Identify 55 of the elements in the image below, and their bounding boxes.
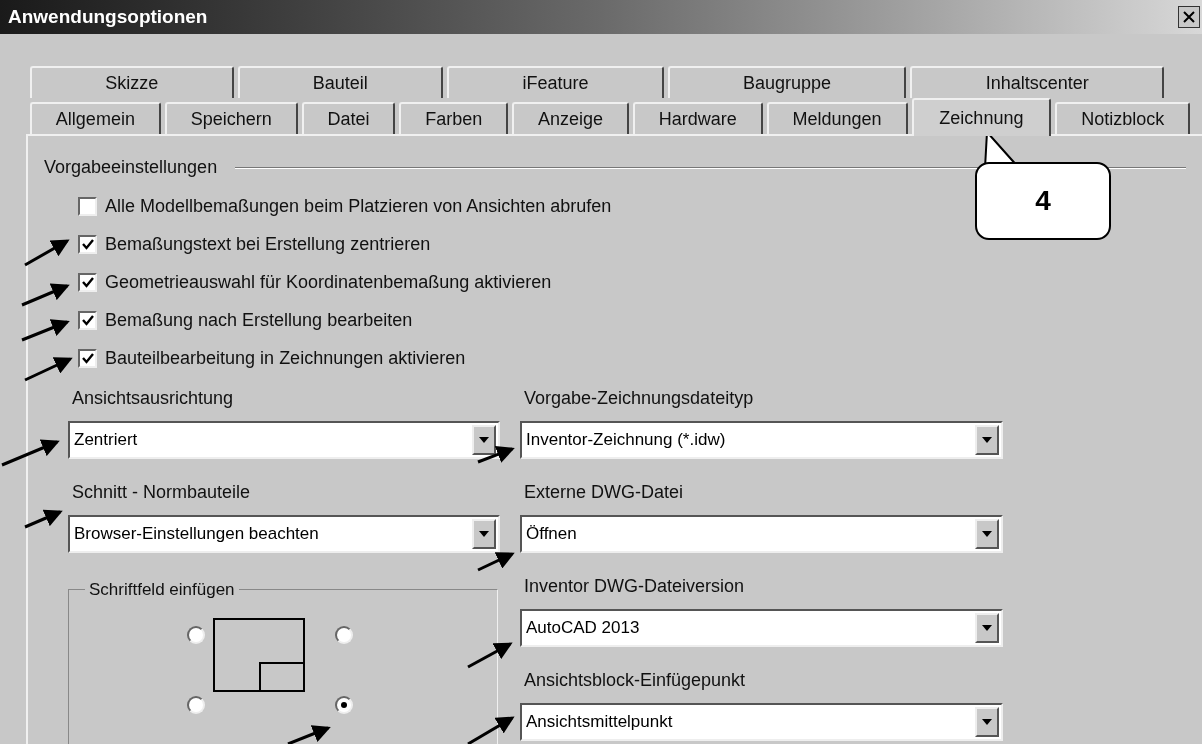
radio-button[interactable] xyxy=(187,626,205,644)
field-label: Schnitt - Normbauteile xyxy=(71,481,252,504)
tab[interactable]: Baugruppe xyxy=(667,66,907,98)
annotation-arrow xyxy=(467,642,513,669)
tab[interactable]: Skizze xyxy=(30,66,234,98)
annotation-arrow xyxy=(467,716,515,744)
field-label: Externe DWG-Datei xyxy=(523,481,685,504)
callout-bubble: 4 xyxy=(975,162,1111,240)
annotation-arrow xyxy=(24,509,63,529)
dropdown[interactable]: Inventor-Zeichnung (*.idw) xyxy=(520,421,1003,459)
tab[interactable]: Inhaltscenter xyxy=(910,66,1164,98)
annotation-arrow xyxy=(21,283,70,307)
dropdown[interactable]: Browser-Einstellungen beachten xyxy=(68,515,500,553)
field-label: Ansichtsblock-Einfügepunkt xyxy=(523,669,747,692)
annotation-arrow xyxy=(287,725,331,744)
checkbox-label: Geometrieauswahl für Koordinatenbemaßung aktivieren xyxy=(105,270,552,294)
checkbox-label: Bemaßungstext bei Erstellung zentrieren xyxy=(105,232,431,256)
checkbox[interactable] xyxy=(78,272,97,292)
radio-button[interactable] xyxy=(335,626,353,644)
dropdown[interactable]: Öffnen xyxy=(520,515,1003,553)
tab[interactable]: Farben xyxy=(399,102,509,134)
section-title: Vorgabeeinstellungen xyxy=(44,156,218,179)
tab[interactable]: Hardware xyxy=(632,102,763,134)
checkbox[interactable] xyxy=(78,196,97,216)
tab[interactable]: Notizblock xyxy=(1055,102,1191,134)
annotation-arrow xyxy=(477,445,515,464)
field-label: Inventor DWG-Dateiversion xyxy=(523,575,746,598)
checkbox-label: Alle Modellbemaßungen beim Platzieren von Ansichten abrufen xyxy=(105,194,612,218)
tab[interactable]: Speichern xyxy=(164,102,298,134)
dropdown[interactable]: Ansichtsmittelpunkt xyxy=(520,703,1003,741)
annotation-arrow xyxy=(477,552,515,572)
annotation-arrow xyxy=(21,319,70,342)
annotation-arrow xyxy=(24,239,70,267)
tab[interactable]: iFeature xyxy=(447,66,664,98)
radio-button[interactable] xyxy=(187,696,205,714)
checkbox[interactable] xyxy=(78,234,97,254)
checkbox-label: Bauteilbearbeitung in Zeichnungen aktivieren xyxy=(105,346,466,370)
tab[interactable]: Zeichnung xyxy=(911,98,1052,136)
field-label: Vorgabe-Zeichnungsdateityp xyxy=(523,387,755,410)
checkbox-label: Bemaßung nach Erstellung bearbeiten xyxy=(105,308,413,332)
tab[interactable]: Allgemein xyxy=(30,102,161,134)
tab[interactable]: Anzeige xyxy=(512,102,629,134)
tab[interactable]: Bauteil xyxy=(237,66,444,98)
radio-button[interactable] xyxy=(335,696,353,714)
tab[interactable]: Datei xyxy=(301,102,396,134)
annotation-arrow xyxy=(1,439,60,467)
field-label: Ansichtsausrichtung xyxy=(71,387,235,410)
close-icon[interactable] xyxy=(1178,6,1200,28)
dropdown[interactable]: Zentriert xyxy=(68,421,500,459)
dropdown[interactable]: AutoCAD 2013 xyxy=(520,609,1003,647)
tab[interactable]: Meldungen xyxy=(766,102,908,134)
checkbox[interactable] xyxy=(78,310,97,330)
annotation-arrow xyxy=(24,357,73,382)
window-title: Anwendungsoptionen xyxy=(8,4,208,29)
checkbox[interactable] xyxy=(78,348,97,368)
